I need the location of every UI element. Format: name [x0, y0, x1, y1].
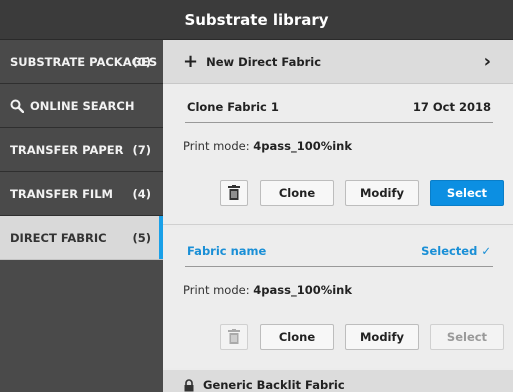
- substrate-card-header: Clone Fabric 1 17 Oct 2018: [185, 96, 493, 123]
- new-direct-fabric-button[interactable]: + New Direct Fabric ›: [163, 40, 513, 84]
- selected-status: Selected ✓: [421, 244, 491, 258]
- search-icon: [10, 99, 24, 113]
- print-mode-label: Print mode:: [183, 283, 250, 297]
- chevron-right-icon: ›: [483, 51, 491, 72]
- substrate-list-panel: + New Direct Fabric › Clone Fabric 1 17 …: [163, 40, 513, 392]
- clone-button[interactable]: Clone: [260, 324, 334, 350]
- card-divider: [163, 224, 513, 225]
- checkmark-icon: ✓: [481, 244, 491, 258]
- print-mode: Print mode: 4pass_100%ink: [183, 283, 352, 297]
- select-button[interactable]: Select: [430, 324, 504, 350]
- lock-icon: [184, 378, 194, 391]
- sidebar-item-label: TRANSFER PAPER: [10, 142, 124, 157]
- substrate-card-selected[interactable]: Fabric name Selected ✓ Print mode: 4pass…: [163, 228, 513, 368]
- clone-button[interactable]: Clone: [260, 180, 334, 206]
- print-mode-value: 4pass_100%ink: [253, 139, 353, 153]
- sidebar-item-label: ONLINE SEARCH: [30, 98, 135, 113]
- sidebar-item-count: (7): [132, 142, 151, 157]
- sidebar-item-online-search[interactable]: ONLINE SEARCH: [0, 84, 163, 128]
- sidebar-item-count: (4): [132, 186, 151, 201]
- substrate-name: Fabric name: [187, 244, 267, 258]
- sidebar-item-label: TRANSFER FILM: [10, 186, 113, 201]
- sidebar: SUBSTRATE PACKAGES (0) ONLINE SEARCH TRA…: [0, 40, 163, 392]
- sidebar-item-direct-fabric[interactable]: DIRECT FABRIC (5): [0, 216, 163, 260]
- trash-icon: [228, 185, 240, 200]
- trash-icon: [228, 329, 240, 344]
- sidebar-item-transfer-paper[interactable]: TRANSFER PAPER (7): [0, 128, 163, 172]
- print-mode-label: Print mode:: [183, 139, 250, 153]
- sidebar-item-count: (0): [132, 54, 151, 69]
- sidebar-item-label: DIRECT FABRIC: [10, 230, 107, 245]
- print-mode: Print mode: 4pass_100%ink: [183, 139, 352, 153]
- delete-button[interactable]: [220, 324, 248, 350]
- modify-button[interactable]: Modify: [345, 180, 419, 206]
- sidebar-item-count: (5): [132, 230, 151, 245]
- new-direct-fabric-label: New Direct Fabric: [206, 54, 322, 69]
- plus-icon: +: [183, 50, 199, 72]
- print-mode-value: 4pass_100%ink: [253, 283, 353, 297]
- substrate-date: 17 Oct 2018: [412, 100, 491, 114]
- sidebar-item-substrate-packages[interactable]: SUBSTRATE PACKAGES (0): [0, 40, 163, 84]
- substrate-card-header: Fabric name Selected ✓: [185, 240, 493, 267]
- substrate-card[interactable]: Clone Fabric 1 17 Oct 2018 Print mode: 4…: [163, 84, 513, 224]
- next-substrate-row[interactable]: Generic Backlit Fabric: [163, 370, 513, 392]
- modify-button[interactable]: Modify: [345, 324, 419, 350]
- next-substrate-label: Generic Backlit Fabric: [203, 378, 345, 392]
- sidebar-item-transfer-film[interactable]: TRANSFER FILM (4): [0, 172, 163, 216]
- delete-button[interactable]: [220, 180, 248, 206]
- select-button[interactable]: Select: [430, 180, 504, 206]
- substrate-library-window: Substrate library SUBSTRATE PACKAGES (0)…: [0, 0, 513, 392]
- substrate-name: Clone Fabric 1: [187, 100, 279, 114]
- selected-label: Selected: [421, 244, 478, 258]
- window-title: Substrate library: [0, 0, 513, 40]
